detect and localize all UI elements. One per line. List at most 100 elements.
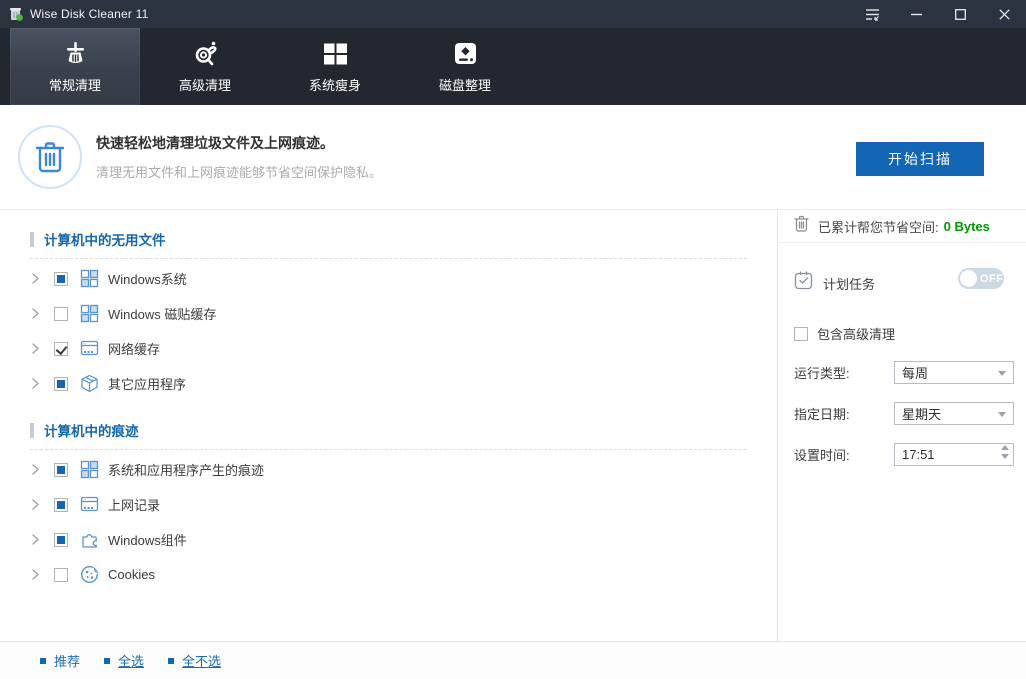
time-spinner[interactable]: 17:51 <box>894 443 1014 466</box>
saved-space-value: 0 Bytes <box>943 218 990 234</box>
section-header: 计算机中的痕迹 <box>30 419 777 441</box>
tree-item[interactable]: 其它应用程序 <box>0 366 777 401</box>
field-value: 每周 <box>902 366 929 381</box>
cleanup-tree: 计算机中的无用文件 Windows系统 Windows 磁贴缓存 网络缓存 其它应用程序… <box>0 210 777 641</box>
field-label: 设置时间: <box>794 448 850 463</box>
item-label: 系统和应用程序产生的痕迹 <box>108 463 265 478</box>
cube-icon <box>79 374 99 394</box>
dashed-divider <box>30 258 747 259</box>
page-header: 快速轻松地清理垃圾文件及上网痕迹。 清理无用文件和上网痕迹能够节省空间保护隐私。… <box>0 105 1026 210</box>
item-label: Windows系统 <box>108 272 187 287</box>
link-label: 全选 <box>118 654 145 669</box>
select-all-link[interactable]: 全选 <box>104 651 144 670</box>
tab-label: 系统瘦身 <box>308 77 361 93</box>
maximize-icon[interactable] <box>938 0 982 28</box>
section-bar <box>30 422 34 438</box>
item-label: Windows 磁贴缓存 <box>108 307 217 322</box>
tab-label: 磁盘整理 <box>438 77 491 93</box>
chevron-right-icon[interactable] <box>32 308 46 319</box>
schedule-check-icon <box>794 271 813 295</box>
start-scan-button[interactable]: 开始扫描 <box>856 142 984 176</box>
run-type-select[interactable]: 每周 <box>894 361 1014 384</box>
chevron-right-icon[interactable] <box>32 378 46 389</box>
item-label: 其它应用程序 <box>108 377 187 392</box>
dropdown-arrow-icon[interactable] <box>998 412 1006 417</box>
section-title: 计算机中的痕迹 <box>44 424 139 439</box>
item-label: Cookies <box>108 567 155 582</box>
item-label: 网络缓存 <box>108 342 161 357</box>
tab-disk-defrag[interactable]: 磁盘整理 <box>400 28 530 105</box>
field-label: 指定日期: <box>794 407 850 422</box>
app-icon <box>8 6 24 22</box>
header-subtitle: 清理无用文件和上网痕迹能够节省空间保护隐私。 <box>96 165 383 180</box>
browser-icon <box>79 339 99 359</box>
link-label: 推荐 <box>54 654 81 669</box>
tab-advanced-clean[interactable]: 高级清理 <box>140 28 270 105</box>
link-bullet <box>104 657 111 664</box>
tiles-icon <box>79 269 99 289</box>
day-select[interactable]: 星期天 <box>894 402 1014 425</box>
item-checkbox[interactable] <box>54 341 68 356</box>
tab-common-clean[interactable]: 常规清理 <box>10 28 140 105</box>
tree-item[interactable]: Windows系统 <box>0 261 777 296</box>
advanced-clean-row[interactable]: 包含高级清理 <box>794 324 1026 343</box>
item-checkbox[interactable] <box>54 532 68 547</box>
item-label: Windows组件 <box>108 533 187 548</box>
run-type-select-row: 运行类型: 每周 <box>794 361 1026 384</box>
menu-icon[interactable] <box>850 0 894 28</box>
windows-icon <box>322 40 349 68</box>
disk-icon <box>452 40 479 68</box>
minimize-icon[interactable] <box>894 0 938 28</box>
chevron-right-icon[interactable] <box>32 343 46 354</box>
item-checkbox[interactable] <box>54 462 68 477</box>
advanced-clean-checkbox[interactable] <box>794 326 808 341</box>
advanced-clean-label: 包含高级清理 <box>817 327 896 342</box>
close-icon[interactable] <box>982 0 1026 28</box>
tree-item[interactable]: Cookies <box>0 557 777 592</box>
trash-circle-icon <box>18 125 82 189</box>
time-spinner-row: 设置时间: 17:51 <box>794 443 1026 466</box>
item-checkbox[interactable] <box>54 376 68 391</box>
schedule-toggle[interactable]: OFF <box>958 268 1004 289</box>
chevron-right-icon[interactable] <box>32 569 46 580</box>
chevron-right-icon[interactable] <box>32 464 46 475</box>
link-label: 全不选 <box>182 654 222 669</box>
toggle-knob <box>960 270 977 287</box>
dropdown-arrow-icon[interactable] <box>998 371 1006 376</box>
header-title: 快速轻松地清理垃圾文件及上网痕迹。 <box>96 135 334 151</box>
item-checkbox[interactable] <box>54 306 68 321</box>
tiles-icon <box>79 460 99 480</box>
recommend-link[interactable]: 推荐 <box>40 651 80 670</box>
window-title: Wise Disk Cleaner 11 <box>30 7 149 21</box>
footer-bar: 推荐 全选 全不选 <box>0 641 1026 679</box>
chevron-right-icon[interactable] <box>32 534 46 545</box>
tree-item[interactable]: 系统和应用程序产生的痕迹 <box>0 452 777 487</box>
chevron-right-icon[interactable] <box>32 273 46 284</box>
saved-space-label: 已累计帮您节省空间: <box>818 219 939 235</box>
tree-item[interactable]: Windows组件 <box>0 522 777 557</box>
tab-label: 常规清理 <box>48 77 101 93</box>
tree-item[interactable]: 上网记录 <box>0 487 777 522</box>
link-bullet <box>168 657 175 664</box>
field-label: 运行类型: <box>794 366 850 381</box>
link-bullet <box>40 657 46 664</box>
content: 计算机中的无用文件 Windows系统 Windows 磁贴缓存 网络缓存 其它应用程序… <box>0 210 1026 641</box>
item-checkbox[interactable] <box>54 567 68 582</box>
field-value: 星期天 <box>902 407 942 422</box>
deselect-all-link[interactable]: 全不选 <box>168 651 221 670</box>
title-bar: Wise Disk Cleaner 11 <box>0 0 1026 28</box>
spin-down-icon[interactable] <box>1001 454 1009 459</box>
tree-item[interactable]: Windows 磁贴缓存 <box>0 296 777 331</box>
tree-item[interactable]: 网络缓存 <box>0 331 777 366</box>
spinner-buttons <box>1001 445 1009 459</box>
chevron-right-icon[interactable] <box>32 499 46 510</box>
day-select-row: 指定日期: 星期天 <box>794 402 1026 425</box>
tab-system-slim[interactable]: 系统瘦身 <box>270 28 400 105</box>
item-checkbox[interactable] <box>54 271 68 286</box>
spin-up-icon[interactable] <box>1001 445 1009 450</box>
puzzle-icon <box>79 530 99 550</box>
item-checkbox[interactable] <box>54 497 68 512</box>
tiles-icon <box>79 304 99 324</box>
field-value: 17:51 <box>902 447 935 462</box>
